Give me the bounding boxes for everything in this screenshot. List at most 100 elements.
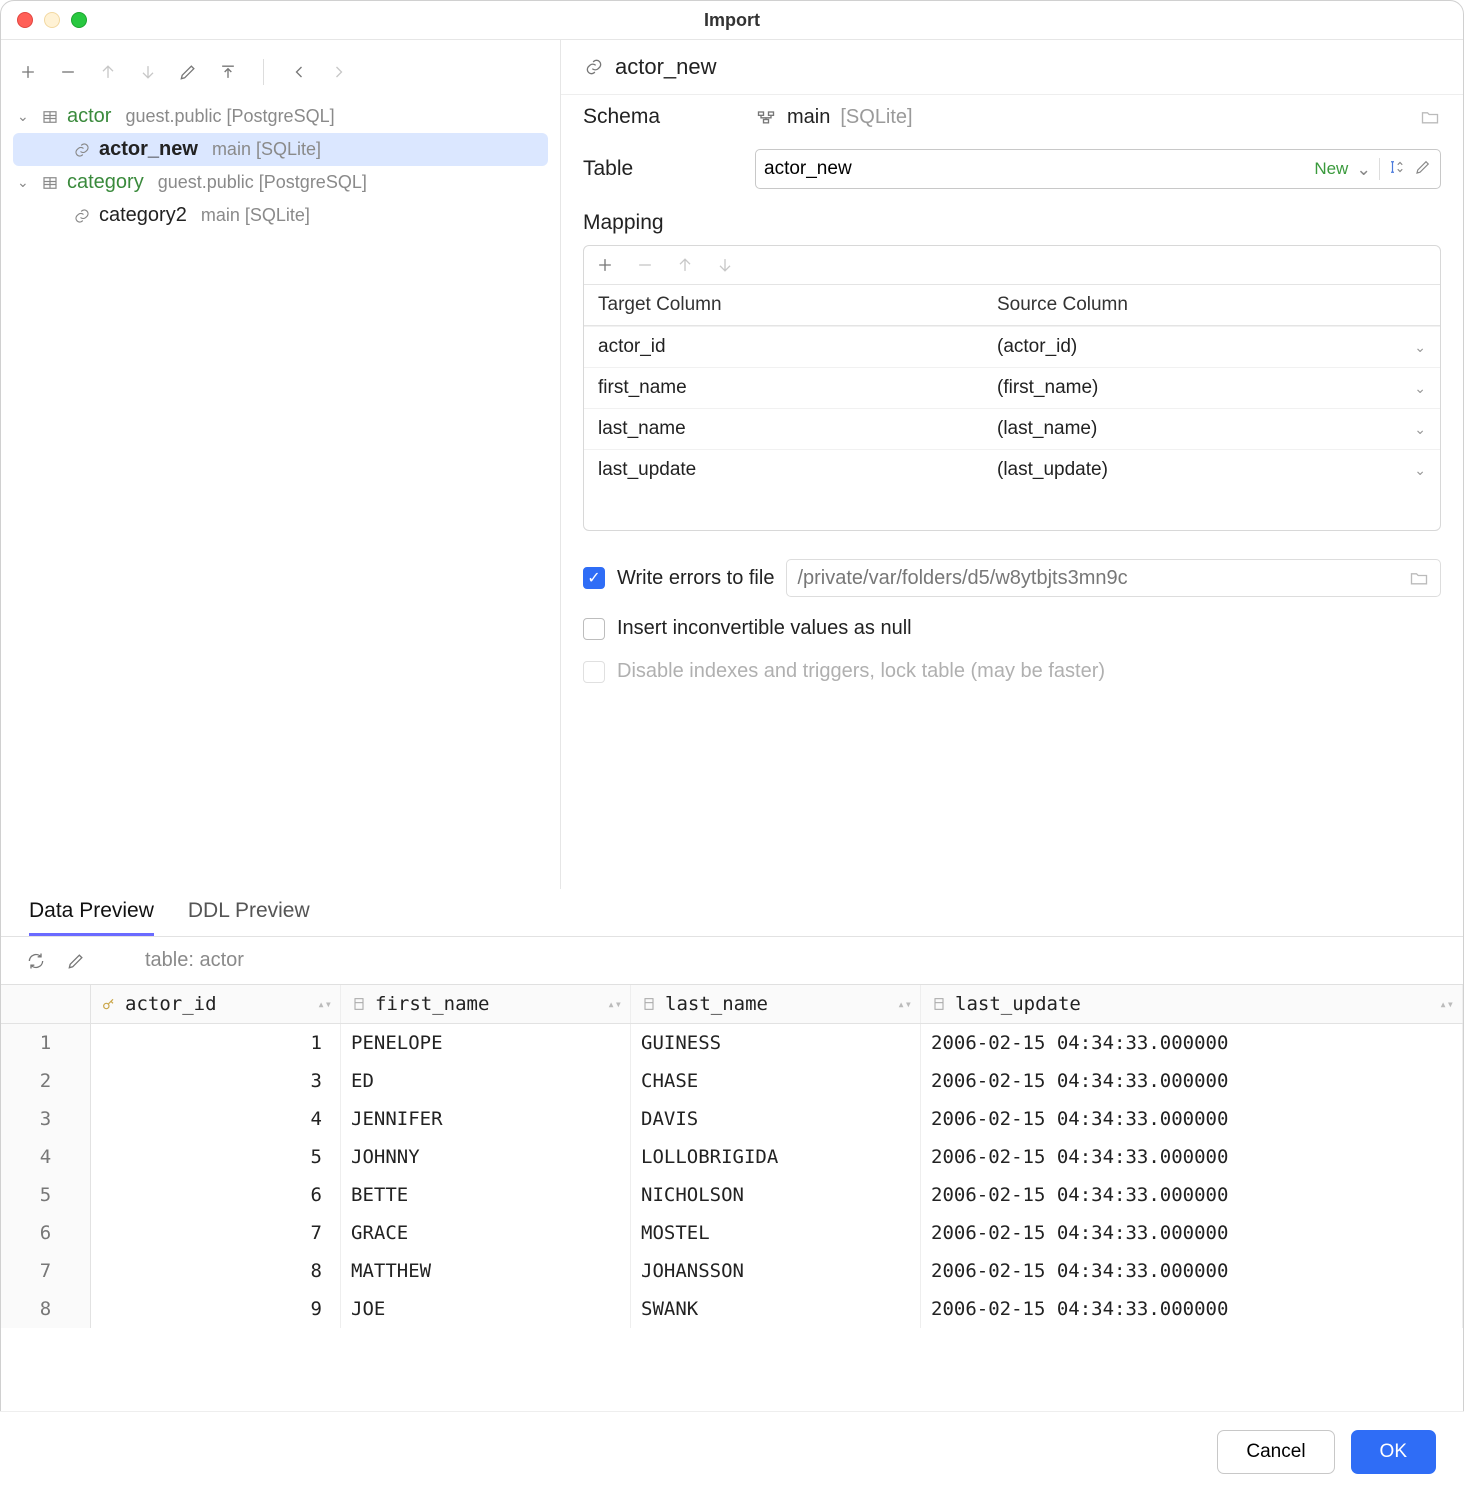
row-number: 6 [1, 1214, 91, 1252]
cell-first_name[interactable]: PENELOPE [341, 1024, 631, 1062]
mapping-row[interactable]: last_update (last_update) ⌄ [584, 449, 1440, 490]
cell-actor_id[interactable]: 4 [91, 1100, 341, 1138]
chevron-down-icon[interactable]: ⌄ [1396, 380, 1426, 397]
cell-first_name[interactable]: GRACE [341, 1214, 631, 1252]
cell-last_update[interactable]: 2006-02-15 04:34:33.000000 [921, 1100, 1463, 1138]
refresh-icon[interactable] [25, 950, 47, 972]
table-icon [41, 174, 59, 192]
table-input[interactable]: New ⌄ [755, 149, 1441, 189]
preview-tabs: Data Preview DDL Preview [1, 889, 1463, 937]
remove-icon[interactable] [57, 61, 79, 83]
table-row[interactable]: 4 5 JOHNNY LOLLOBRIGIDA 2006-02-15 04:34… [1, 1138, 1463, 1176]
mapping-add-icon[interactable] [594, 254, 616, 276]
schema-value[interactable]: main [SQLite] [755, 106, 913, 129]
tree-item[interactable]: ⌄ category guest.public [PostgreSQL] [13, 166, 548, 199]
table-row[interactable]: 3 4 JENNIFER DAVIS 2006-02-15 04:34:33.0… [1, 1100, 1463, 1138]
data-grid[interactable]: actor_id▴▾first_name▴▾last_name▴▾last_up… [1, 984, 1463, 1334]
column-icon [641, 996, 657, 1012]
cell-last_name[interactable]: MOSTEL [631, 1214, 921, 1252]
table-dropdown-icon[interactable]: ⌄ [1356, 159, 1371, 180]
cell-last_update[interactable]: 2006-02-15 04:34:33.000000 [921, 1138, 1463, 1176]
caret-icon[interactable]: ⌄ [17, 174, 33, 191]
edit-table-icon[interactable] [1414, 158, 1432, 181]
cell-actor_id[interactable]: 5 [91, 1138, 341, 1176]
cell-actor_id[interactable]: 7 [91, 1214, 341, 1252]
sort-icon[interactable]: ▴▾ [1440, 997, 1454, 1011]
table-row[interactable]: 2 3 ED CHASE 2006-02-15 04:34:33.000000 [1, 1062, 1463, 1100]
write-errors-checkbox[interactable]: ✓ [583, 567, 605, 589]
tree-child-item[interactable]: category2 main [SQLite] [13, 199, 548, 232]
mapping-row[interactable]: last_name (last_name) ⌄ [584, 408, 1440, 449]
chevron-down-icon[interactable]: ⌄ [1396, 339, 1426, 356]
column-icon [101, 996, 117, 1012]
link-icon [73, 141, 91, 159]
column-header-last_update[interactable]: last_update▴▾ [921, 985, 1463, 1023]
cell-first_name[interactable]: MATTHEW [341, 1252, 631, 1290]
cell-last_update[interactable]: 2006-02-15 04:34:33.000000 [921, 1062, 1463, 1100]
write-errors-path-box[interactable]: /private/var/folders/d5/w8ytbjts3mn9c [786, 559, 1441, 597]
cell-actor_id[interactable]: 9 [91, 1290, 341, 1328]
table-name-field[interactable] [764, 158, 1306, 180]
cell-first_name[interactable]: JOHNNY [341, 1138, 631, 1176]
cell-first_name[interactable]: JOE [341, 1290, 631, 1328]
cell-actor_id[interactable]: 8 [91, 1252, 341, 1290]
cell-first_name[interactable]: ED [341, 1062, 631, 1100]
sort-icon[interactable]: ▴▾ [608, 997, 622, 1011]
table-row[interactable]: 5 6 BETTE NICHOLSON 2006-02-15 04:34:33.… [1, 1176, 1463, 1214]
cell-last_update[interactable]: 2006-02-15 04:34:33.000000 [921, 1176, 1463, 1214]
column-header-actor_id[interactable]: actor_id▴▾ [91, 985, 341, 1023]
mapping-row[interactable]: actor_id (actor_id) ⌄ [584, 326, 1440, 367]
mapping-source-col: (actor_id) [997, 336, 1396, 358]
mapping-table: Target Column Source Column actor_id (ac… [583, 245, 1441, 531]
table-row[interactable]: 8 9 JOE SWANK 2006-02-15 04:34:33.000000 [1, 1290, 1463, 1328]
schema-db-type: [SQLite] [840, 106, 912, 129]
schema-icon [755, 106, 777, 128]
table-row[interactable]: 7 8 MATTHEW JOHANSSON 2006-02-15 04:34:3… [1, 1252, 1463, 1290]
cell-last_update[interactable]: 2006-02-15 04:34:33.000000 [921, 1024, 1463, 1062]
tab-ddl-preview[interactable]: DDL Preview [188, 899, 310, 936]
add-icon[interactable] [17, 61, 39, 83]
tree-child-item[interactable]: actor_new main [SQLite] [13, 133, 548, 166]
column-header-last_name[interactable]: last_name▴▾ [631, 985, 921, 1023]
cell-last_name[interactable]: CHASE [631, 1062, 921, 1100]
cancel-button[interactable]: Cancel [1217, 1430, 1334, 1474]
mapping-up-icon [674, 254, 696, 276]
sort-icon[interactable]: ▴▾ [318, 997, 332, 1011]
edit-preview-icon[interactable] [65, 950, 87, 972]
cell-actor_id[interactable]: 1 [91, 1024, 341, 1062]
link-icon [73, 207, 91, 225]
tab-data-preview[interactable]: Data Preview [29, 899, 154, 936]
cell-last_update[interactable]: 2006-02-15 04:34:33.000000 [921, 1290, 1463, 1328]
edit-icon[interactable] [177, 61, 199, 83]
row-number: 5 [1, 1176, 91, 1214]
browse-errors-path-icon[interactable] [1408, 567, 1430, 589]
cell-first_name[interactable]: BETTE [341, 1176, 631, 1214]
cell-last_name[interactable]: SWANK [631, 1290, 921, 1328]
sort-icon[interactable]: ▴▾ [898, 997, 912, 1011]
cell-last_name[interactable]: DAVIS [631, 1100, 921, 1138]
export-up-icon[interactable] [217, 61, 239, 83]
cell-first_name[interactable]: JENNIFER [341, 1100, 631, 1138]
column-header-first_name[interactable]: first_name▴▾ [341, 985, 631, 1023]
tree-item[interactable]: ⌄ actor guest.public [PostgreSQL] [13, 100, 548, 133]
cell-last_update[interactable]: 2006-02-15 04:34:33.000000 [921, 1214, 1463, 1252]
chevron-down-icon[interactable]: ⌄ [1396, 462, 1426, 479]
cell-last_name[interactable]: NICHOLSON [631, 1176, 921, 1214]
table-row[interactable]: 6 7 GRACE MOSTEL 2006-02-15 04:34:33.000… [1, 1214, 1463, 1252]
mapping-row[interactable]: first_name (first_name) ⌄ [584, 367, 1440, 408]
back-icon[interactable] [288, 61, 310, 83]
cell-last_name[interactable]: JOHANSSON [631, 1252, 921, 1290]
cell-last_update[interactable]: 2006-02-15 04:34:33.000000 [921, 1252, 1463, 1290]
sources-tree[interactable]: ⌄ actor guest.public [PostgreSQL] actor_… [13, 100, 548, 232]
table-row[interactable]: 1 1 PENELOPE GUINESS 2006-02-15 04:34:33… [1, 1024, 1463, 1062]
ok-button[interactable]: OK [1351, 1430, 1436, 1474]
rename-icon[interactable] [1388, 158, 1406, 181]
cell-actor_id[interactable]: 3 [91, 1062, 341, 1100]
caret-icon[interactable]: ⌄ [17, 108, 33, 125]
chevron-down-icon[interactable]: ⌄ [1396, 421, 1426, 438]
schema-browse-icon[interactable] [1419, 106, 1441, 128]
cell-last_name[interactable]: LOLLOBRIGIDA [631, 1138, 921, 1176]
cell-last_name[interactable]: GUINESS [631, 1024, 921, 1062]
insert-null-checkbox[interactable] [583, 618, 605, 640]
cell-actor_id[interactable]: 6 [91, 1176, 341, 1214]
